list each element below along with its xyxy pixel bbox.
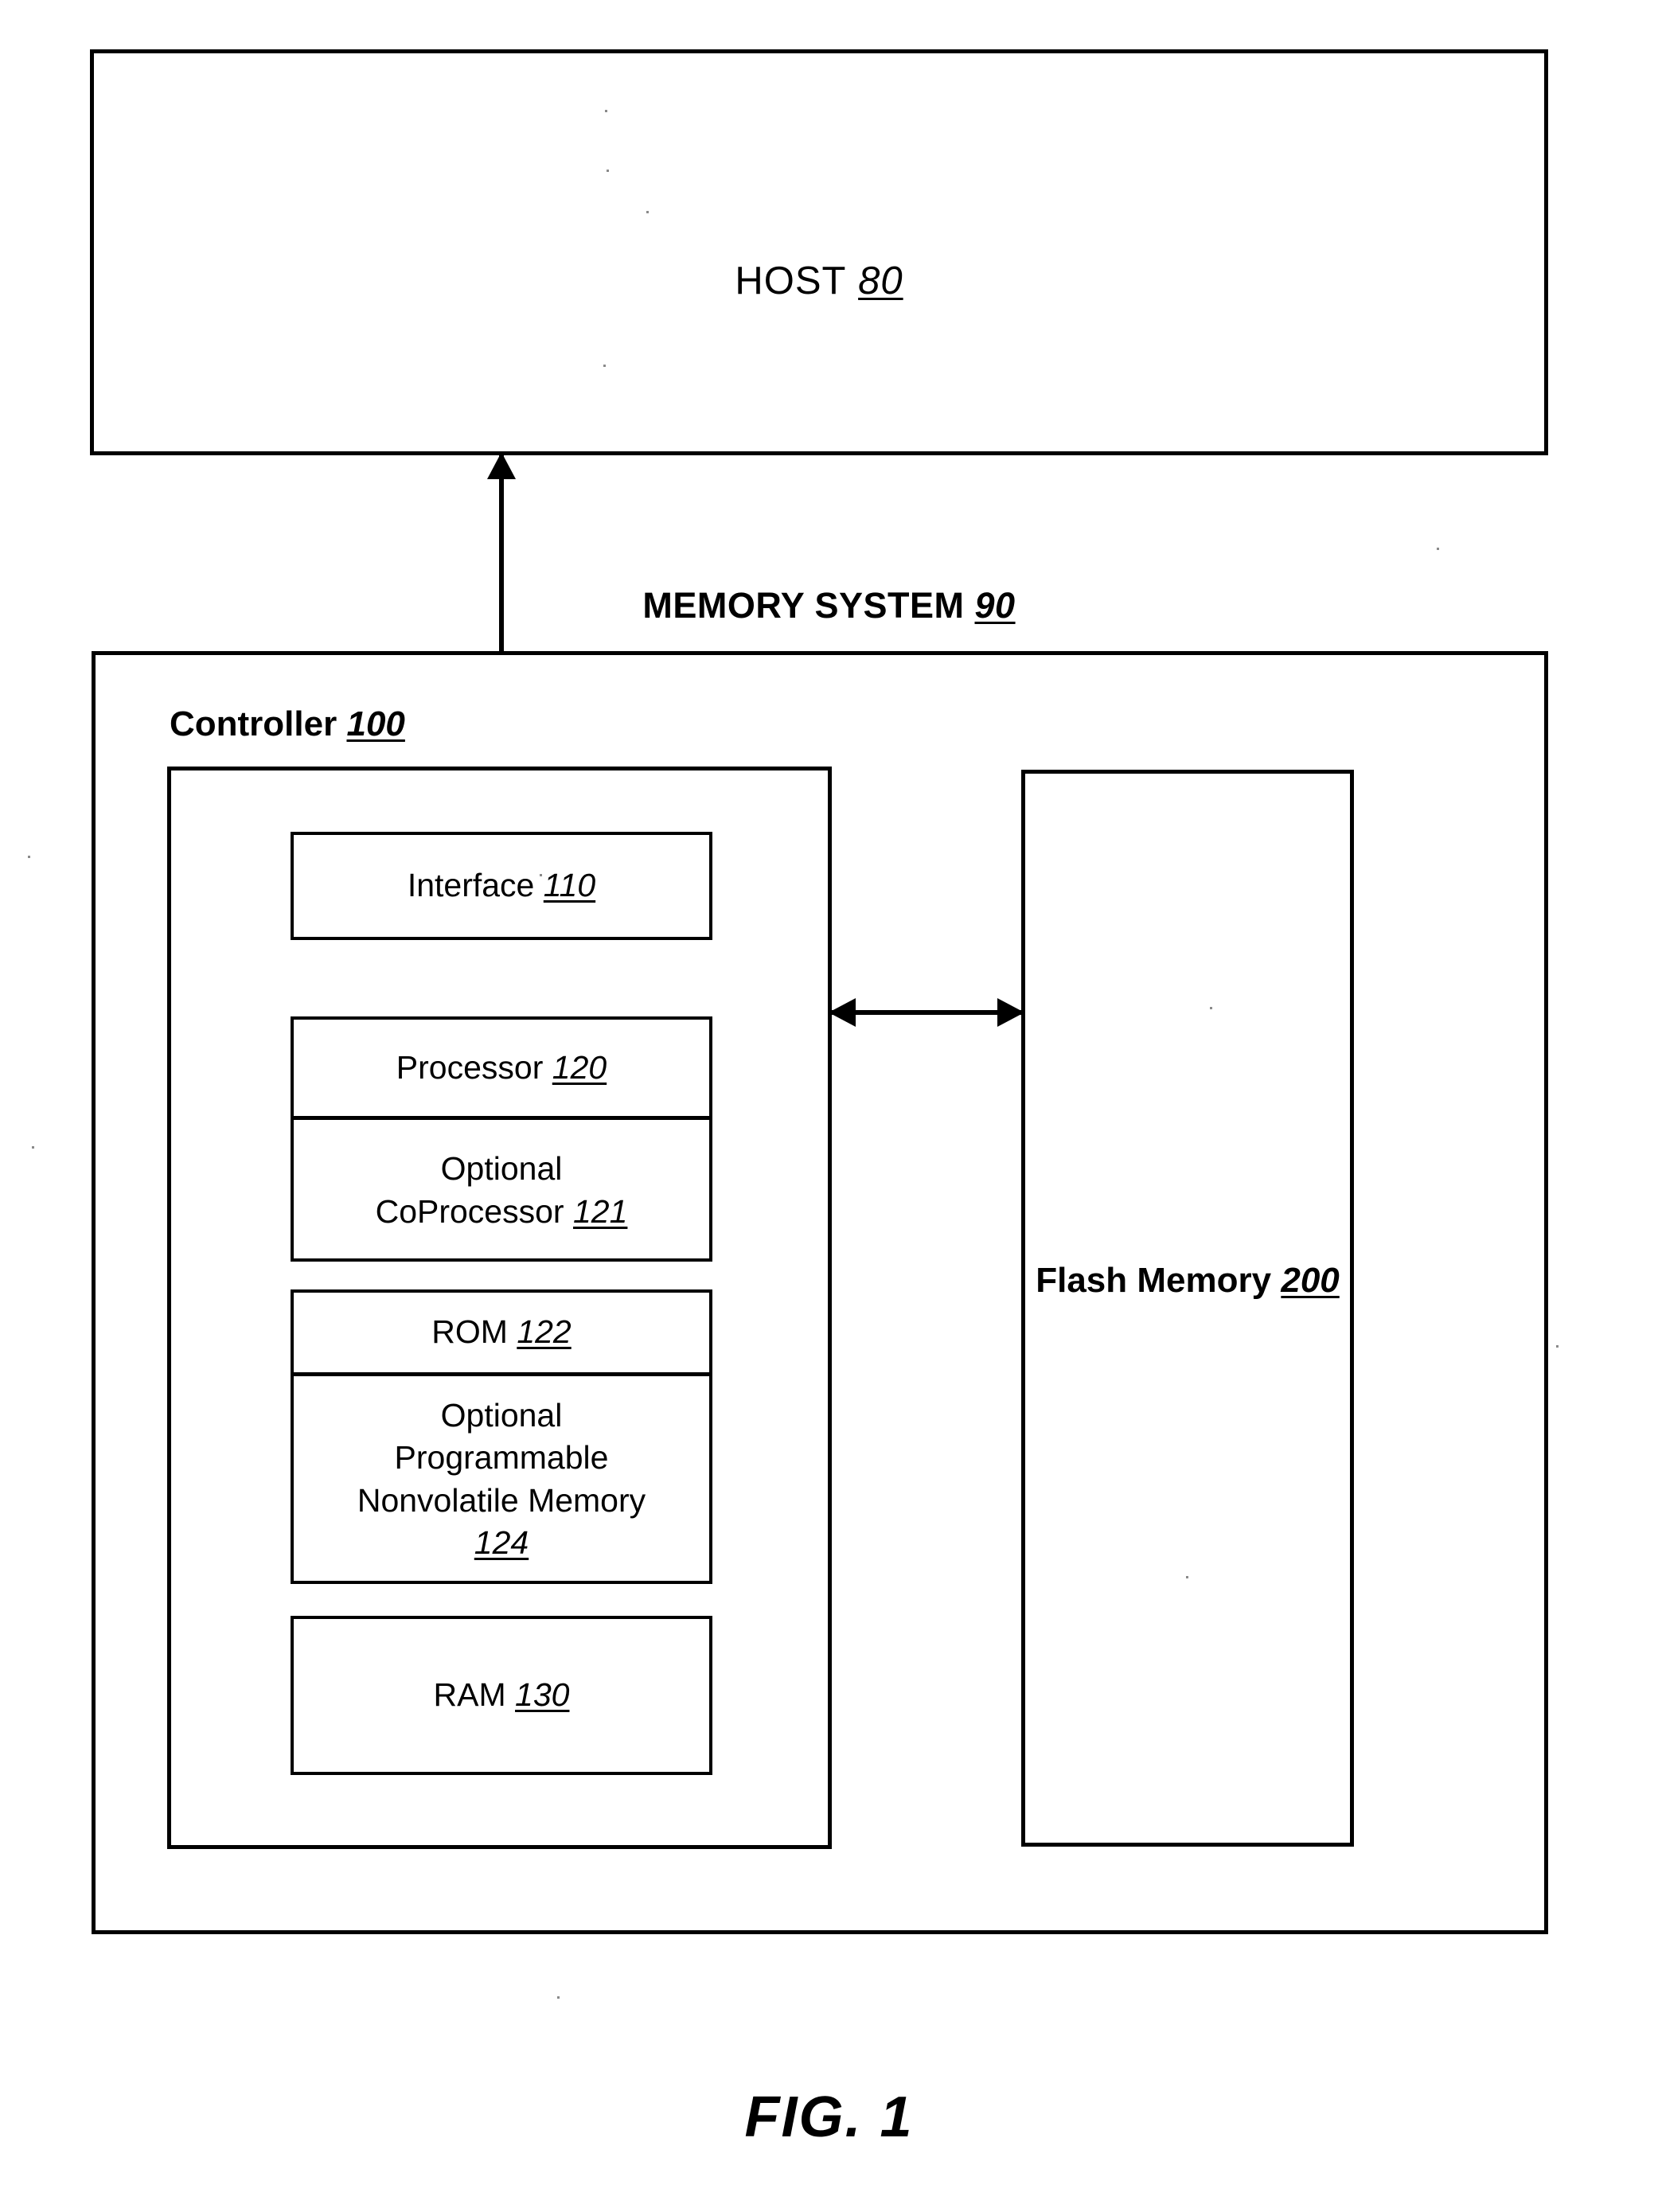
- scan-speck: [1556, 1345, 1559, 1348]
- ram-ref: 130: [515, 1676, 570, 1714]
- nonvolatile-line1: Optional: [440, 1396, 563, 1434]
- controller-flash-connector: [829, 997, 1024, 1028]
- host-box: HOST 80: [90, 49, 1548, 455]
- processor-group-box: Processor 120 Optional CoProcessor 121: [291, 1016, 712, 1262]
- nonvolatile-memory-label: Optional Programmable Nonvolatile Memory…: [357, 1395, 646, 1564]
- rom-label-text: ROM: [431, 1313, 508, 1351]
- flash-memory-box: Flash Memory 200: [1021, 770, 1354, 1847]
- interface-label-text: Interface: [407, 867, 535, 904]
- memory-system-title: MEMORY SYSTEM 90: [0, 584, 1658, 626]
- nonvolatile-line2: Programmable: [394, 1439, 609, 1477]
- processor-label-text: Processor: [396, 1048, 544, 1086]
- scan-speck: [603, 365, 606, 367]
- controller-ref: 100: [346, 704, 405, 743]
- scan-speck: [605, 110, 607, 112]
- flash-memory-ref: 200: [1281, 1261, 1340, 1300]
- interface-box: Interface 110: [291, 832, 712, 940]
- scan-speck: [646, 211, 649, 213]
- host-label: HOST 80: [94, 259, 1544, 303]
- nonvolatile-ref: 124: [474, 1523, 529, 1561]
- connector-shaft: [830, 1010, 1023, 1015]
- rom-ref: 122: [517, 1313, 572, 1351]
- coprocessor-label: Optional CoProcessor 121: [376, 1148, 628, 1233]
- ram-box: RAM 130: [291, 1616, 712, 1775]
- memory-system-title-text: MEMORY SYSTEM: [642, 585, 965, 626]
- flash-memory-label: Flash Memory 200: [1025, 1261, 1350, 1301]
- nonvolatile-memory-cell: Optional Programmable Nonvolatile Memory…: [294, 1376, 709, 1582]
- figure-caption: FIG. 1: [744, 2085, 914, 2149]
- arrowhead-left-icon: [829, 998, 856, 1027]
- interface-ref: 110: [543, 867, 596, 904]
- flash-memory-label-text: Flash Memory: [1036, 1261, 1272, 1300]
- coprocessor-line1: Optional: [440, 1150, 563, 1188]
- controller-title-text: Controller: [170, 704, 337, 743]
- scan-speck: [32, 1146, 34, 1149]
- figure-canvas: HOST 80 MEMORY SYSTEM 90 Controller 100 …: [0, 0, 1658, 2212]
- processor-ref: 120: [552, 1048, 607, 1086]
- nonvolatile-line3: Nonvolatile Memory: [357, 1481, 646, 1519]
- arrowhead-right-icon: [997, 998, 1024, 1027]
- ram-label-text: RAM: [433, 1676, 506, 1714]
- host-ref: 80: [858, 259, 903, 302]
- scan-speck: [607, 170, 609, 172]
- interface-label: Interface 110: [408, 864, 595, 907]
- scan-speck: [1437, 548, 1439, 550]
- scan-speck: [28, 856, 30, 858]
- coprocessor-line2: CoProcessor: [375, 1192, 564, 1230]
- scan-speck: [1186, 1576, 1188, 1578]
- processor-label: Processor 120: [396, 1047, 607, 1089]
- scan-speck: [557, 1996, 560, 1999]
- arrowhead-up-icon: [487, 452, 516, 479]
- scan-speck: [540, 874, 542, 876]
- coprocessor-ref: 121: [572, 1192, 628, 1230]
- memory-system-ref: 90: [974, 585, 1016, 626]
- scan-speck: [1210, 1007, 1212, 1009]
- rom-cell: ROM 122: [294, 1293, 709, 1376]
- rom-group-box: ROM 122 Optional Programmable Nonvolatil…: [291, 1289, 712, 1584]
- rom-label: ROM 122: [431, 1311, 571, 1353]
- host-label-text: HOST: [735, 259, 847, 302]
- processor-cell: Processor 120: [294, 1020, 709, 1120]
- ram-label: RAM 130: [434, 1674, 570, 1716]
- controller-title: Controller 100: [170, 704, 405, 745]
- coprocessor-cell: Optional CoProcessor 121: [294, 1120, 709, 1261]
